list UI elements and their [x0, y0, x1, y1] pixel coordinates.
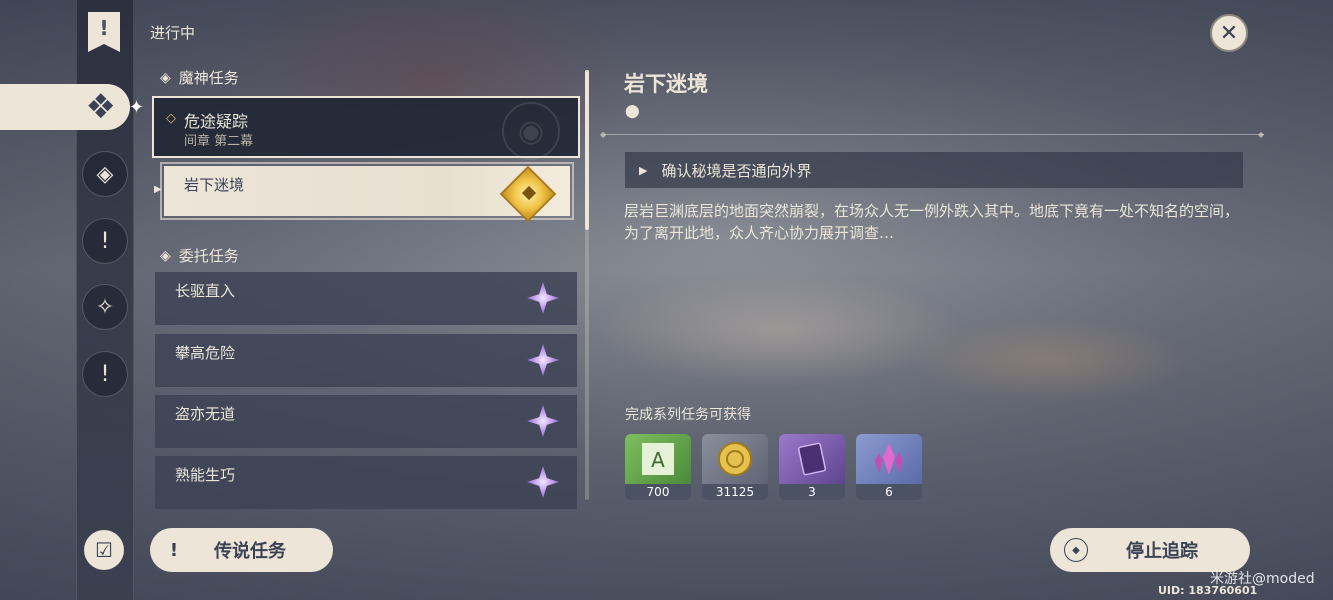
commission-name: 攀高危险 [175, 344, 236, 362]
commission-item[interactable]: 盗亦无道 [155, 395, 577, 448]
quest-list-scrollbar[interactable] [585, 70, 589, 500]
main-quest-name: 危途疑踪 [184, 112, 249, 131]
selected-arrow-icon: ▶ [154, 184, 162, 195]
stop-tracking-label: 停止追踪 [1126, 541, 1198, 562]
close-button[interactable]: ✕ [1210, 14, 1248, 52]
commission-star-icon [527, 344, 559, 376]
location-pin-icon: ⬤ [625, 104, 640, 119]
world-quest-icon: ! [100, 228, 110, 254]
commission-item[interactable]: 攀高危险 [155, 334, 577, 387]
sub-quest-item[interactable]: 岩下迷境 [164, 165, 570, 223]
completed-quests-button[interactable]: ☑ [84, 530, 124, 570]
legend-quests-button[interactable]: ! 传说任务 [150, 528, 333, 572]
reward-item-crystal[interactable]: 6 [856, 434, 922, 500]
commission-section-icon: ◈ [160, 247, 171, 264]
commission-name: 长驱直入 [175, 282, 236, 300]
reward-count: 700 [625, 484, 691, 500]
checklist-icon: ☑ [95, 538, 113, 562]
event-quest-icon: ! [100, 361, 110, 387]
commission-star-icon [527, 405, 559, 437]
stop-tracking-button[interactable]: ◆ 停止追踪 [1050, 528, 1250, 572]
reward-item-heros-wit[interactable]: 3 [779, 434, 845, 500]
main-quest-chapter: 间章 第二幕 [184, 134, 254, 149]
commission-section-title: ◈ 委托任务 [160, 247, 239, 265]
sidebar-item-event-quests[interactable]: ! [82, 351, 128, 397]
story-quest-icon: ◈ [96, 161, 114, 187]
adventure-exp-icon: A [625, 434, 691, 484]
active-spark-icon: ✦ [128, 97, 144, 118]
reward-count: 6 [856, 484, 922, 500]
status-label: 进行中 [150, 24, 196, 42]
svg-text:A: A [651, 448, 665, 472]
quest-description: 层岩巨渊底层的地面突然崩裂，在场众人无一例外跌入其中。地底下竟有一处不知名的空间… [624, 202, 1240, 242]
sidebar-item-archon-quests[interactable]: ❖ ✦ [0, 84, 144, 130]
objective-arrow-icon: ▶ [639, 163, 648, 177]
sidebar-item-story-quests[interactable]: ◈ [82, 151, 128, 197]
mora-icon [702, 434, 768, 484]
quest-detail-title: 岩下迷境 [624, 72, 708, 96]
scrollbar-thumb[interactable] [585, 70, 589, 230]
heros-wit-icon [779, 434, 845, 484]
divider-ornament-right: ◆ [1258, 130, 1265, 139]
commission-name: 熟能生巧 [175, 466, 236, 484]
commission-icon: ✧ [95, 294, 115, 320]
uid-label: UID: 183760601 [1158, 584, 1258, 597]
reward-label: 完成系列任务可获得 [625, 407, 751, 423]
archon-section-icon: ◈ [160, 69, 171, 86]
archon-emblem-icon: ◉ [502, 102, 560, 160]
main-quest-card[interactable]: ◇ 危途疑踪 间章 第二幕 ◉ [152, 96, 580, 160]
commission-star-icon [527, 466, 559, 498]
crystal-icon [856, 434, 922, 484]
objective-text: 确认秘境是否通向外界 [661, 161, 812, 180]
reward-count: 3 [779, 484, 845, 500]
sidebar-item-commissions[interactable]: ✧ [82, 284, 128, 330]
close-icon: ✕ [1219, 20, 1239, 46]
detail-divider [604, 134, 1264, 135]
tracking-pin-icon: ◇ [166, 111, 176, 126]
reward-count: 31125 [702, 484, 768, 500]
archon-section-title: ◈ 魔神任务 [160, 69, 239, 87]
sub-quest-name: 岩下迷境 [184, 176, 245, 194]
sidebar-item-world-quests[interactable]: ! [82, 218, 128, 264]
reward-item-mora[interactable]: 31125 [702, 434, 768, 500]
reward-item-adventure-exp[interactable]: A 700 [625, 434, 691, 500]
legend-quest-icon: ! [169, 539, 179, 561]
tracking-diamond-icon: ◆ [1064, 538, 1088, 562]
archon-quest-icon: ❖ [85, 87, 116, 127]
quest-objective: ▶ 确认秘境是否通向外界 [625, 152, 1243, 188]
legend-quests-label: 传说任务 [214, 541, 286, 562]
commission-item[interactable]: 熟能生巧 [155, 456, 577, 509]
commission-item[interactable]: 长驱直入 [155, 272, 577, 325]
commission-name: 盗亦无道 [175, 405, 236, 423]
commission-star-icon [527, 282, 559, 314]
